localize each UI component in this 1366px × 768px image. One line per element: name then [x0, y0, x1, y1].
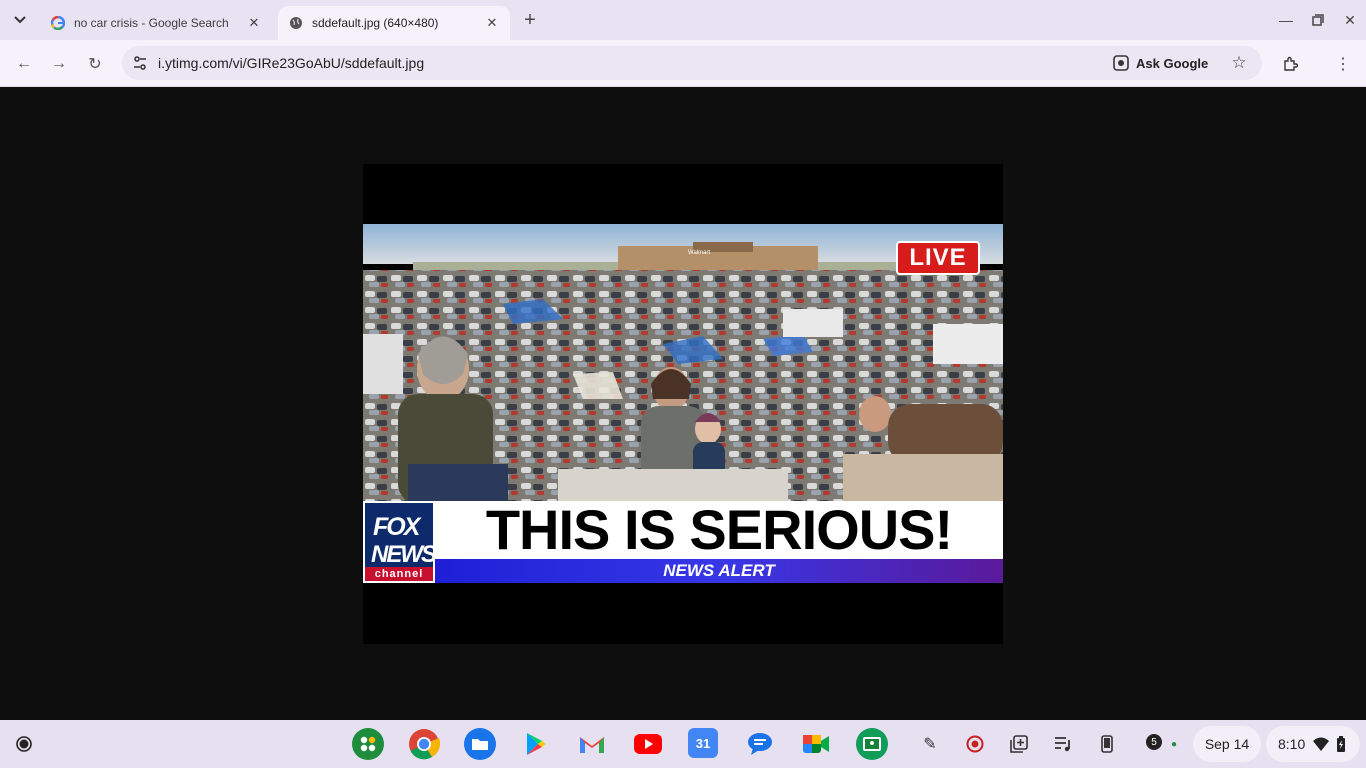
forward-icon[interactable]: → [47, 52, 71, 76]
store-sign: Walmart [688, 250, 710, 256]
reload-icon[interactable]: ↻ [83, 52, 107, 76]
lens-icon [1112, 54, 1130, 72]
tab-image[interactable]: sddefault.jpg (640×480) ✕ [278, 6, 510, 40]
tab-strip: no car crisis - Google Search ✕ sddefaul… [0, 0, 1366, 40]
gmail-icon[interactable] [576, 728, 608, 760]
back-icon[interactable]: ← [12, 52, 36, 76]
new-tab-button[interactable]: + [518, 9, 542, 31]
meet-icon[interactable] [800, 728, 832, 760]
headline: THIS IS SERIOUS! [435, 501, 1003, 559]
url-text[interactable]: i.ytimg.com/vi/GIRe23GoAbU/sddefault.jpg [158, 55, 424, 71]
pen-icon[interactable]: ✎ [918, 732, 942, 756]
fox-news-logo: FOX NEWS channel [363, 501, 437, 583]
displayed-image[interactable]: Walmart LIVE FOX NEWS channel THIS IS SE… [363, 164, 1003, 644]
battery-icon [1336, 736, 1346, 755]
google-icon [50, 15, 66, 31]
date-text: Sep 14 [1204, 736, 1250, 752]
close-window-icon[interactable]: ✕ [1338, 8, 1362, 32]
menu-icon[interactable]: ⋮ [1331, 52, 1355, 76]
globe-icon [288, 15, 304, 31]
chevron-down-icon [14, 16, 26, 24]
logo-channel: channel [365, 567, 433, 581]
media-controls-icon[interactable] [1051, 732, 1075, 756]
news-alert-text: NEWS ALERT [663, 561, 775, 580]
live-badge: LIVE [896, 241, 980, 275]
time-text: 8:10 [1278, 736, 1306, 752]
youtube-icon[interactable] [632, 728, 664, 760]
bookmark-star-icon[interactable]: ☆ [1228, 52, 1250, 74]
news-alert-bar: NEWS ALERT [435, 559, 1003, 583]
files-icon[interactable] [464, 728, 496, 760]
phone-hub-icon[interactable] [1095, 732, 1119, 756]
launcher-icon[interactable] [12, 732, 36, 756]
app-launcher-grid-icon[interactable] [352, 728, 384, 760]
restore-icon[interactable] [1306, 8, 1330, 32]
play-store-icon[interactable] [520, 728, 552, 760]
logo-news: NEWS [371, 541, 437, 568]
wifi-icon [1312, 736, 1330, 755]
chrome-icon[interactable] [408, 728, 440, 760]
ask-google-button[interactable]: Ask Google [1112, 51, 1208, 75]
calendar-icon[interactable]: 31 [688, 728, 718, 758]
toolbar: ← → ↻ i.ytimg.com/vi/GIRe23GoAbU/sddefau… [0, 40, 1366, 87]
address-bar[interactable]: i.ytimg.com/vi/GIRe23GoAbU/sddefault.jpg… [122, 46, 1262, 80]
screen-record-icon[interactable] [963, 732, 987, 756]
news-banner: FOX NEWS channel THIS IS SERIOUS! NEWS A… [363, 501, 1003, 583]
tab-google-search[interactable]: no car crisis - Google Search ✕ [40, 6, 272, 40]
tab-title: no car crisis - Google Search [74, 16, 229, 30]
tab-search-button[interactable] [8, 8, 32, 32]
date-display[interactable]: Sep 14 [1193, 726, 1261, 762]
minimize-icon[interactable]: — [1274, 8, 1298, 32]
close-icon[interactable]: ✕ [246, 15, 262, 31]
status-dot-icon: ● [1170, 738, 1178, 750]
holding-space-icon[interactable] [1007, 732, 1031, 756]
shelf: 31 ✎ 5 ● Sep 14 8:10 [0, 720, 1366, 768]
tab-title: sddefault.jpg (640×480) [312, 16, 439, 30]
extensions-icon[interactable] [1278, 52, 1302, 76]
calendar-day: 31 [695, 735, 711, 751]
logo-fox: FOX [373, 513, 420, 541]
close-icon[interactable]: ✕ [484, 15, 500, 31]
messages-icon[interactable] [744, 728, 776, 760]
thumbnail-art: Walmart LIVE FOX NEWS channel THIS IS SE… [363, 224, 1003, 584]
site-info-icon[interactable] [130, 53, 150, 73]
notification-count[interactable]: 5 [1146, 734, 1162, 750]
ask-google-label: Ask Google [1136, 55, 1209, 71]
status-area[interactable]: 8:10 [1266, 726, 1360, 762]
page-viewport: Walmart LIVE FOX NEWS channel THIS IS SE… [0, 88, 1366, 720]
classroom-icon[interactable] [856, 728, 888, 760]
